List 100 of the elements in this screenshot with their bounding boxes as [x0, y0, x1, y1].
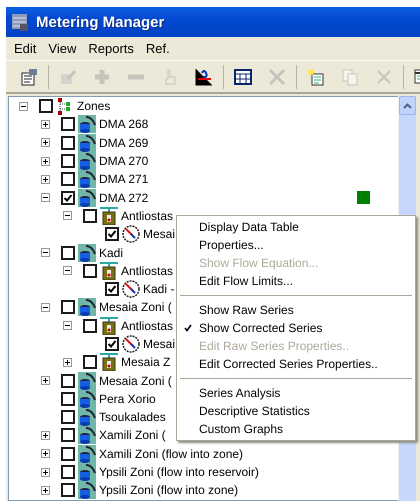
checkbox[interactable] [61, 300, 75, 314]
context-menu-item[interactable]: Series Analysis [177, 384, 415, 402]
checkbox[interactable] [61, 392, 75, 406]
expand-icon[interactable] [41, 376, 50, 386]
water-meter-icon [78, 463, 96, 482]
checkbox[interactable] [39, 99, 53, 114]
tree-item-label[interactable]: Pera Xorio [99, 392, 156, 406]
context-menu-item[interactable]: Properties... [177, 236, 415, 254]
menu-item[interactable]: Ref. [140, 41, 176, 56]
tree-item-label[interactable]: Xamili Zoni ( [99, 428, 166, 442]
tree-item-label[interactable]: Xamili Zoni (flow into zone) [99, 446, 244, 461]
water-meter-icon [78, 426, 96, 444]
checkbox[interactable] [61, 446, 75, 461]
expand-icon[interactable] [41, 449, 50, 458]
expand-icon[interactable] [63, 358, 72, 367]
checkbox[interactable] [83, 208, 97, 223]
tree-item-label[interactable]: Antliostas [121, 318, 174, 333]
gauge-icon [122, 225, 140, 244]
checkbox[interactable] [61, 190, 75, 205]
expand-icon[interactable] [41, 138, 50, 148]
water-meter-icon [78, 372, 96, 390]
copy-icon [340, 66, 360, 86]
properties-icon [19, 66, 39, 86]
tree-item-label[interactable]: Mesaia Zoni ( [99, 300, 172, 314]
minus-icon [127, 74, 145, 80]
water-meter-icon [78, 408, 96, 426]
scroll-up-button[interactable] [399, 96, 416, 115]
tree-item-label[interactable]: Mesai [143, 227, 176, 242]
checkbox[interactable] [61, 154, 75, 168]
checkbox[interactable] [61, 246, 75, 260]
tree-item-label[interactable]: Antliostas [121, 264, 174, 278]
context-menu-item[interactable]: Custom Graphs [177, 420, 415, 438]
tree-item-label[interactable]: DMA 271 [99, 172, 148, 186]
app-icon [10, 12, 30, 32]
menu-item[interactable]: Edit [8, 41, 42, 56]
pump-station-icon [100, 316, 118, 335]
water-meter-icon [78, 444, 96, 463]
chevron-up-icon [403, 102, 412, 108]
gauge-icon [122, 280, 140, 298]
collapse-icon[interactable] [41, 302, 50, 312]
checkbox[interactable] [61, 374, 75, 388]
water-meter-icon [78, 298, 96, 316]
tree-item-label[interactable]: DMA 272 [99, 190, 148, 205]
check-icon [184, 324, 192, 332]
chart-query-icon [194, 66, 214, 86]
checkbox[interactable] [61, 410, 75, 424]
collapse-icon[interactable] [41, 248, 50, 258]
tree-item-label[interactable]: Ypsili Zoni (flow into reservoir) [99, 465, 259, 480]
checkbox[interactable] [105, 282, 119, 296]
tree-item-label[interactable]: Tsoukalades [99, 410, 166, 424]
checkbox[interactable] [105, 337, 119, 351]
tree-item-label[interactable]: DMA 268 [99, 117, 148, 132]
menu-item[interactable]: View [42, 41, 82, 56]
water-meter-icon [78, 188, 96, 207]
table-icon [233, 66, 253, 86]
collapse-icon[interactable] [63, 321, 72, 330]
context-menu-item[interactable]: Edit Corrected Series Properties.. [177, 355, 415, 373]
menu-item[interactable]: Reports [82, 41, 140, 56]
checkbox[interactable] [61, 465, 75, 480]
context-menu-item[interactable]: Show Corrected Series [177, 319, 415, 337]
tree-item-label[interactable]: Kadi [99, 246, 124, 260]
tree-item-label[interactable]: DMA 270 [99, 154, 148, 168]
expand-icon[interactable] [41, 430, 50, 440]
pump-station-icon [100, 262, 118, 280]
context-menu-item[interactable]: Edit Flow Limits... [177, 272, 415, 290]
checkbox[interactable] [83, 318, 97, 333]
tree-item-label[interactable]: Zones [77, 99, 110, 114]
tree-item-label[interactable]: DMA 269 [99, 136, 148, 150]
checkbox[interactable] [61, 172, 75, 186]
water-meter-icon [78, 481, 96, 500]
water-meter-icon [78, 152, 96, 170]
tree-item-label[interactable]: Mesai [143, 337, 176, 351]
checkbox[interactable] [83, 355, 97, 370]
checkbox[interactable] [61, 428, 75, 442]
context-menu-item[interactable]: Display Data Table [177, 218, 415, 236]
tree-item-label[interactable]: Antliostas [121, 208, 174, 223]
checkbox[interactable] [61, 136, 75, 150]
collapse-icon[interactable] [41, 193, 50, 202]
collapse-icon[interactable] [63, 266, 72, 276]
checkbox[interactable] [61, 117, 75, 132]
tree-item-label[interactable]: Mesaia Zoni ( [99, 374, 172, 388]
checkbox[interactable] [61, 483, 75, 498]
expand-icon[interactable] [41, 156, 50, 166]
pump-station-icon [100, 206, 118, 225]
tree-item-label[interactable]: Mesaia Z [121, 355, 170, 370]
checkbox[interactable] [105, 227, 119, 242]
collapse-icon[interactable] [63, 211, 72, 220]
water-meter-icon [78, 170, 96, 188]
context-menu-item[interactable]: Descriptive Statistics [177, 402, 415, 420]
water-meter-icon [78, 115, 96, 134]
expand-icon[interactable] [41, 174, 50, 184]
tree-item-label[interactable]: Kadi - [143, 282, 174, 296]
context-menu-item[interactable]: Show Raw Series [177, 301, 415, 319]
expand-icon[interactable] [41, 120, 50, 129]
cross-chart-icon [267, 66, 287, 86]
tree-item-label[interactable]: Ypsili Zoni (flow into zone) [99, 483, 238, 498]
checkbox[interactable] [83, 264, 97, 278]
expand-icon[interactable] [41, 486, 50, 495]
collapse-icon[interactable] [19, 102, 28, 111]
expand-icon[interactable] [41, 468, 50, 477]
